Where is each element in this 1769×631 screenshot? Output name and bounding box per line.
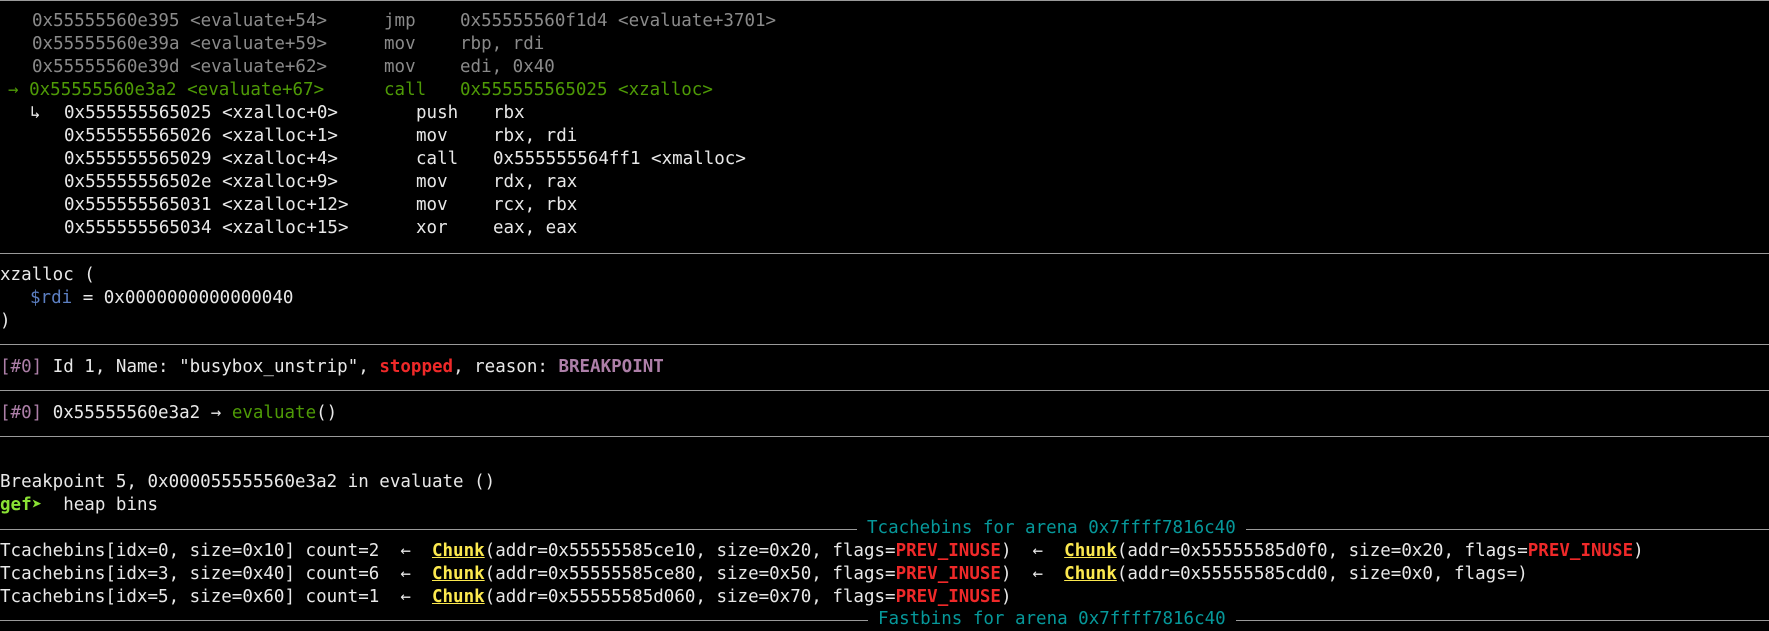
chunk-label: Chunk [1064,541,1117,561]
current-pc-arrow-icon: → [8,80,19,100]
section-divider [0,253,1769,254]
tcache-row: Tcachebins[idx=0, size=0x10] count=2 ← C… [0,541,1644,561]
chunk-label: Chunk [431,564,485,584]
disasm-target-line: ↳ 0x555555565025 <xzalloc+0> push rbx [30,103,525,123]
breakpoint-message: Breakpoint 5, 0x000055555560e3a2 in eval… [0,472,496,492]
register-name: $rdi [30,288,73,308]
thread-state: stopped [379,357,454,377]
disasm-line: 0x55555560e39d <evaluate+62> mov edi, 0x40 [32,57,555,77]
args-close: ) [0,311,11,331]
chunk-flag: PREV_INUSE [895,587,1001,607]
args-open: xzalloc ( [0,265,95,285]
disasm-line: 0x55555560e395 <evaluate+54> jmp 0x5555556… [32,11,777,31]
disasm-line: 0x55555560e39a <evaluate+59> mov rbp, rdi [32,34,545,54]
top-rule [0,0,1769,1]
command-prompt[interactable]: gef➤ heap bins [0,494,158,517]
section-divider [0,344,1769,345]
tcache-row: Tcachebins[idx=3, size=0x40] count=6 ← C… [0,564,1528,584]
disasm-current-line: → 0x55555560e3a2 <evaluate+67> call 0x5555… [8,80,713,100]
chunk-label: Chunk [431,541,485,561]
frame-function: evaluate [231,403,317,423]
section-divider [0,436,1769,437]
chunk-flag: PREV_INUSE [895,541,1001,561]
stop-reason: BREAKPOINT [558,357,664,377]
trace-line: [#0] 0x55555560e3a2 → evaluate() [0,403,338,423]
chunk-label: Chunk [1064,564,1117,584]
args-rdi-line: $rdi = 0x0000000000000040 [30,288,294,308]
chunk-flag: PREV_INUSE [895,564,1001,584]
thread-index: [#0] [0,357,43,377]
thread-line: [#0] Id 1, Name: "busybox_unstrip", stop… [0,357,664,377]
frame-index: [#0] [0,403,43,423]
prompt-label: gef➤ [0,495,43,515]
tcache-row: Tcachebins[idx=5, size=0x60] count=1 ← C… [0,587,1012,607]
fastbins-header: Fastbins for arena 0x7ffff7816c40 [868,608,1236,631]
tcache-header: Tcachebins for arena 0x7ffff7816c40 [857,517,1246,540]
section-divider [0,390,1769,391]
branch-arrow-icon: ↳ [30,103,41,123]
prompt-command: heap bins [42,495,159,515]
chunk-label: Chunk [431,587,485,607]
chunk-flag: PREV_INUSE [1527,541,1634,561]
